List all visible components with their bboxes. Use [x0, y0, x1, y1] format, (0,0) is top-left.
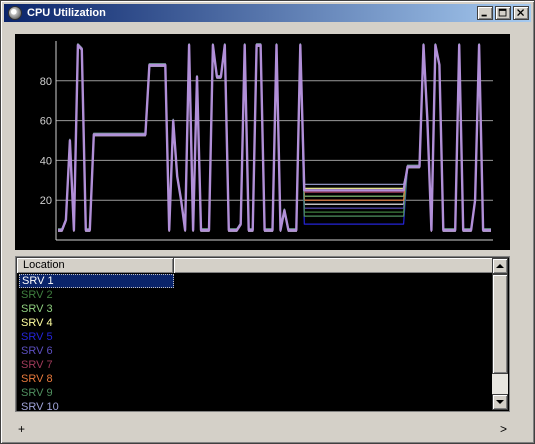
series-line-overlay: [58, 43, 491, 232]
server-rows: SRV 1 SRV 2 SRV 3 SRV 4 SRV 5 SRV 6 SRV 7 SRV 8…: [19, 274, 493, 414]
column-header-empty[interactable]: [174, 258, 493, 273]
y-tick-label: 60: [40, 116, 52, 128]
y-tick-label: 20: [40, 195, 52, 207]
scrollbar-thumb[interactable]: [492, 274, 508, 374]
y-tick-label: 40: [40, 155, 52, 167]
list-item[interactable]: SRV 7: [19, 358, 174, 372]
maximize-button[interactable]: [495, 6, 511, 20]
app-icon[interactable]: [8, 6, 22, 20]
title-bar[interactable]: CPU Utilization: [4, 4, 531, 22]
list-item[interactable]: SRV 9: [19, 386, 174, 400]
column-header-location[interactable]: Location: [17, 258, 174, 273]
list-item[interactable]: SRV 6: [19, 344, 174, 358]
window-title: CPU Utilization: [27, 7, 106, 19]
cpu-utilization-window: CPU Utilization 20 40 60 80 Location SRV…: [0, 0, 535, 444]
list-item[interactable]: SRV 5: [19, 330, 174, 344]
title-bar-buttons: [475, 6, 529, 20]
maximize-icon: [498, 8, 507, 17]
list-item[interactable]: SRV 1: [19, 274, 174, 288]
list-item[interactable]: SRV 10: [19, 400, 174, 414]
scroll-up-button[interactable]: [492, 258, 508, 274]
list-item[interactable]: SRV 8: [19, 372, 174, 386]
arrow-down-icon: [496, 400, 504, 404]
list-item[interactable]: SRV 2: [19, 288, 174, 302]
cpu-chart-svg: 20 40 60 80: [40, 41, 493, 241]
cpu-chart: 20 40 60 80: [15, 34, 510, 250]
status-right-glyph[interactable]: >: [500, 422, 507, 436]
status-left-glyph[interactable]: +: [18, 422, 25, 436]
minimize-icon: [481, 14, 487, 17]
close-button[interactable]: [513, 6, 529, 20]
list-item[interactable]: SRV 4: [19, 316, 174, 330]
y-tick-label: 80: [40, 76, 52, 88]
vertical-scrollbar[interactable]: [492, 258, 508, 410]
minimize-button[interactable]: [477, 6, 493, 20]
close-icon: [517, 9, 525, 17]
list-header: Location: [17, 258, 493, 273]
arrow-up-icon: [496, 264, 504, 268]
server-list[interactable]: Location SRV 1 SRV 2 SRV 3 SRV 4 SRV 5 SRV 6S…: [15, 256, 510, 414]
list-item[interactable]: SRV 3: [19, 302, 174, 316]
scroll-down-button[interactable]: [492, 394, 508, 410]
